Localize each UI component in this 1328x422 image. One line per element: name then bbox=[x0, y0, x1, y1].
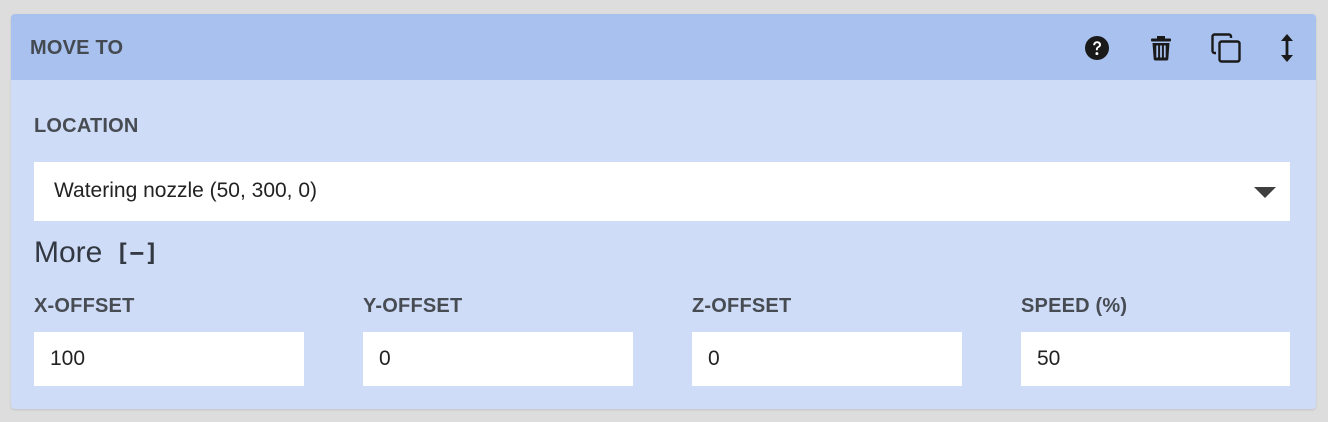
y-offset-label: Y-OFFSET bbox=[363, 295, 463, 317]
trash-icon[interactable] bbox=[1145, 32, 1177, 64]
z-offset-label: Z-OFFSET bbox=[692, 295, 792, 317]
step-header: MOVE TO bbox=[11, 14, 1316, 80]
speed-label: SPEED (%) bbox=[1021, 295, 1128, 317]
collapse-icon[interactable]: [−] bbox=[115, 239, 158, 267]
more-label: More bbox=[34, 236, 103, 269]
location-label: LOCATION bbox=[34, 115, 139, 137]
more-toggle[interactable]: More [−] bbox=[34, 235, 159, 271]
help-icon[interactable] bbox=[1081, 32, 1113, 64]
step-title: MOVE TO bbox=[30, 37, 124, 59]
drag-handle-icon[interactable] bbox=[1271, 32, 1303, 64]
z-offset-input[interactable] bbox=[692, 332, 962, 386]
x-offset-input[interactable] bbox=[34, 332, 304, 386]
chevron-down-icon bbox=[1254, 187, 1276, 198]
location-select[interactable]: Watering nozzle (50, 300, 0) bbox=[34, 162, 1290, 221]
speed-input[interactable] bbox=[1021, 332, 1290, 386]
location-select-value: Watering nozzle (50, 300, 0) bbox=[54, 179, 318, 202]
y-offset-input[interactable] bbox=[363, 332, 633, 386]
duplicate-icon[interactable] bbox=[1210, 32, 1242, 64]
x-offset-label: X-OFFSET bbox=[34, 295, 135, 317]
move-to-step-panel: MOVE TO LOCATION Watering nozzle (50, 30… bbox=[11, 14, 1316, 409]
